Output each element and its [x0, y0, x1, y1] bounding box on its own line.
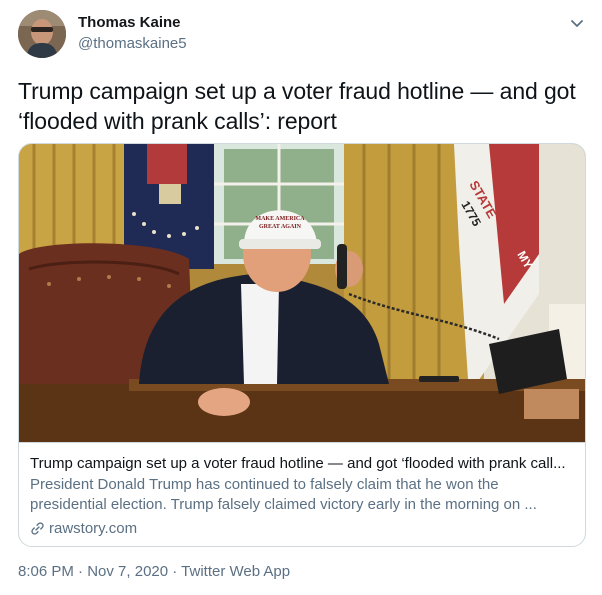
- card-image[interactable]: STATE 1775 MY MAKE AMERICA GREAT AGAIN: [19, 144, 585, 442]
- card-domain: rawstory.com: [49, 519, 138, 537]
- chevron-down-icon[interactable]: [568, 14, 586, 32]
- avatar[interactable]: [18, 10, 66, 58]
- card-divider: [19, 442, 585, 443]
- tweet-text: Trump campaign set up a voter fraud hotl…: [18, 78, 576, 134]
- hat-text-line2: GREAT AGAIN: [259, 224, 302, 230]
- meta-separator: ·: [73, 563, 88, 580]
- tweet-time[interactable]: 8:06 PM: [18, 563, 74, 580]
- card-domain-row[interactable]: rawstory.com: [30, 518, 137, 538]
- card-description: President Donald Trump has continued to …: [30, 476, 537, 513]
- card-title[interactable]: Trump campaign set up a voter fraud hotl…: [30, 455, 575, 472]
- tweet-source[interactable]: Twitter Web App: [181, 563, 290, 580]
- hat-text-line1: MAKE AMERICA: [255, 216, 305, 222]
- link-card[interactable]: STATE 1775 MY MAKE AMERICA GREAT AGAIN T…: [18, 143, 586, 547]
- avatar-photo: [18, 10, 66, 58]
- author-name[interactable]: Thomas Kaine: [78, 14, 181, 31]
- tweet-metadata: 8:06 PM · Nov 7, 2020 · Twitter Web App: [18, 563, 290, 580]
- meta-separator: ·: [168, 563, 182, 580]
- tweet-date[interactable]: Nov 7, 2020: [87, 563, 168, 580]
- tweet: Thomas Kaine @thomaskaine5 Trump campaig…: [0, 0, 602, 595]
- link-icon: [30, 521, 45, 536]
- author-handle[interactable]: @thomaskaine5: [78, 35, 187, 52]
